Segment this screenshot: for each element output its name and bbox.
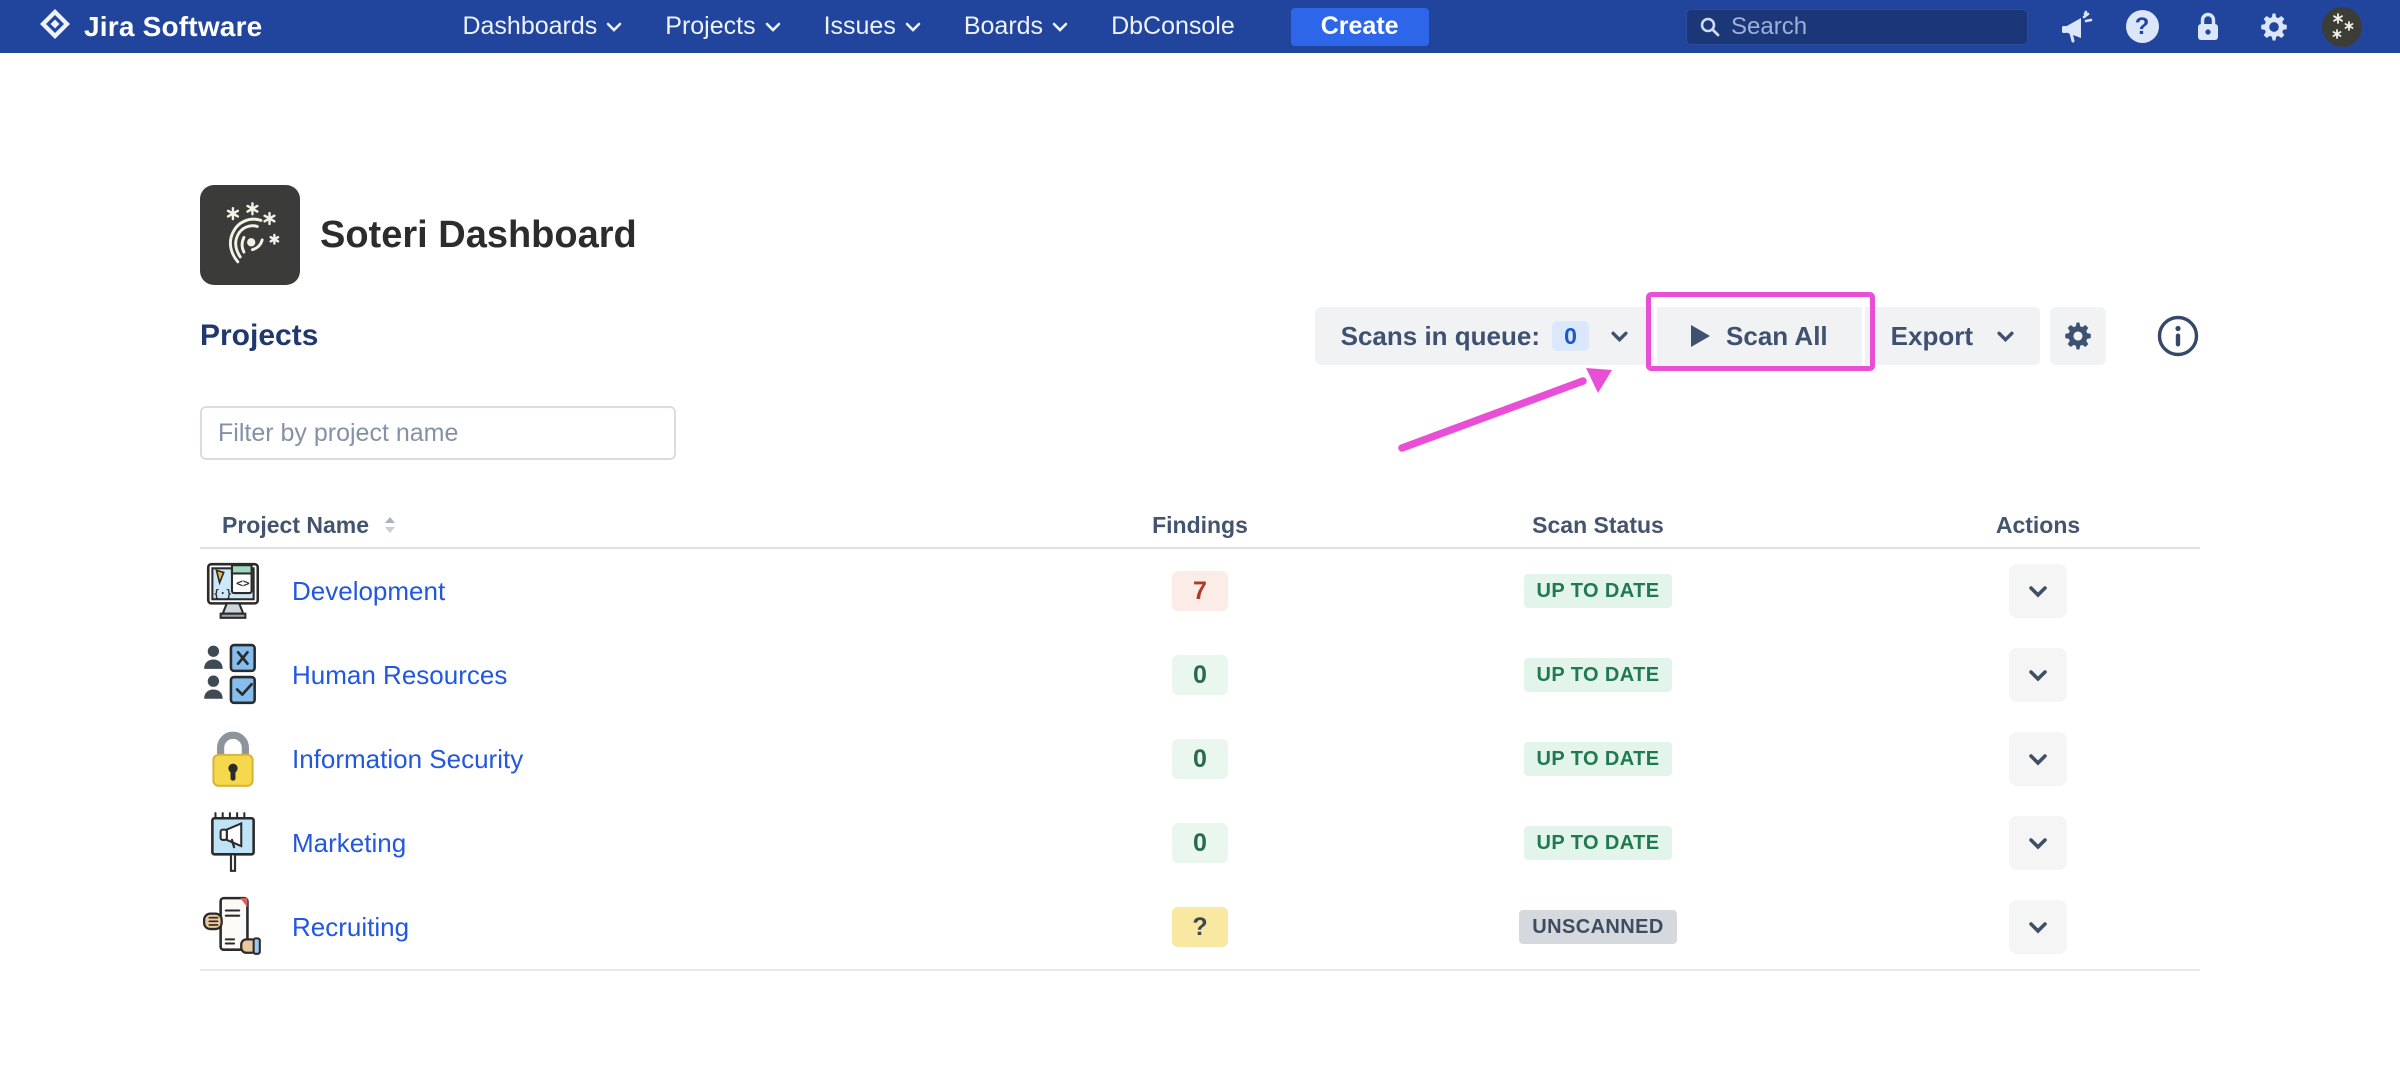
chevron-down-icon <box>765 22 780 32</box>
nav-projects[interactable]: Projects <box>665 12 780 41</box>
information-security-project-icon <box>212 731 254 787</box>
projects-table: Project Name Findings Scan Status Action… <box>200 503 2200 971</box>
search-icon <box>1700 17 1720 36</box>
page-title: Soteri Dashboard <box>320 213 637 256</box>
table-row: Recruiting ? UNSCANNED <box>200 885 2200 969</box>
chevron-down-icon <box>606 22 622 32</box>
projects-heading: Projects <box>200 319 319 352</box>
row-actions-button[interactable] <box>2009 900 2067 954</box>
help-icon[interactable]: ? <box>2124 9 2160 45</box>
nav-dbconsole-label: DbConsole <box>1111 12 1235 40</box>
chevron-down-icon <box>2029 753 2047 766</box>
jira-diamond-icon <box>38 7 72 46</box>
table-row: Information Security 0 UP TO DATE <box>200 717 2200 801</box>
nav-dashboards-label: Dashboards <box>462 12 598 40</box>
export-label: Export <box>1890 320 1973 351</box>
row-actions-button[interactable] <box>2009 732 2067 786</box>
soteri-app-icon <box>200 185 300 285</box>
marketing-project-icon <box>211 812 255 872</box>
sort-icon <box>385 517 396 533</box>
nav-boards[interactable]: Boards <box>964 12 1068 41</box>
table-row: <> {·} Development 7 UP TO DATE <box>200 549 2200 633</box>
svg-text:<>: <> <box>236 576 250 590</box>
search-input[interactable] <box>1731 12 2015 41</box>
findings-badge: 7 <box>1172 571 1228 611</box>
chevron-down-icon <box>2029 585 2047 598</box>
scan-all-button[interactable]: Scan All <box>1646 292 1875 371</box>
chevron-down-icon <box>1611 331 1628 342</box>
navbar-right: ? <box>1686 6 2362 47</box>
scans-in-queue-count: 0 <box>1552 321 1590 351</box>
project-link[interactable]: Recruiting <box>292 912 409 943</box>
nav-menu: Dashboards Projects Issues Boards DbCons… <box>462 12 1234 41</box>
announcement-icon[interactable] <box>2058 9 2094 45</box>
chevron-down-icon <box>2029 669 2047 682</box>
scans-in-queue-label: Scans in queue: <box>1340 320 1541 351</box>
table-header: Project Name Findings Scan Status Action… <box>200 503 2200 549</box>
export-button[interactable]: Export <box>1864 307 2040 365</box>
nav-projects-label: Projects <box>665 12 756 40</box>
create-button[interactable]: Create <box>1290 7 1429 46</box>
row-actions-button[interactable] <box>2009 564 2067 618</box>
development-project-icon: <> {·} <box>206 562 260 619</box>
scans-in-queue-button[interactable]: Scans in queue: 0 <box>1314 307 1655 365</box>
play-icon <box>1691 325 1711 347</box>
global-search[interactable] <box>1686 8 2028 45</box>
row-actions-button[interactable] <box>2009 816 2067 870</box>
column-findings: Findings <box>1152 511 1248 538</box>
info-button[interactable] <box>2156 314 2200 358</box>
project-link[interactable]: Development <box>292 576 445 607</box>
top-navbar: Jira Software Dashboards Projects Issues… <box>0 0 2400 53</box>
human-resources-project-icon <box>204 643 256 705</box>
page-header: Soteri Dashboard <box>200 185 2200 285</box>
main-content: Soteri Dashboard Projects Scans in queue… <box>0 185 2400 971</box>
column-project-name[interactable]: Project Name <box>200 512 1080 539</box>
project-link[interactable]: Marketing <box>292 828 406 859</box>
column-actions: Actions <box>1995 511 2081 538</box>
scan-status-badge: UP TO DATE <box>1523 658 1673 692</box>
gear-icon[interactable] <box>2256 9 2292 45</box>
nav-boards-label: Boards <box>963 12 1044 40</box>
scan-toolbar: Scans in queue: 0 Scan All Export <box>1314 292 2200 371</box>
table-row: Marketing 0 UP TO DATE <box>200 801 2200 885</box>
row-actions-button[interactable] <box>2009 648 2067 702</box>
info-icon <box>2157 315 2199 357</box>
projects-toolbar-row: Projects Scans in queue: 0 Scan All Expo… <box>200 292 2200 371</box>
project-link[interactable]: Information Security <box>292 744 523 775</box>
chevron-down-icon <box>905 22 921 32</box>
scan-status-badge: UNSCANNED <box>1519 910 1677 944</box>
scan-status-badge: UP TO DATE <box>1523 742 1673 776</box>
jira-logo[interactable]: Jira Software <box>38 7 262 46</box>
chevron-down-icon <box>1997 331 2014 342</box>
project-filter-input[interactable] <box>200 406 676 460</box>
findings-badge: 0 <box>1172 739 1228 779</box>
findings-badge: 0 <box>1172 823 1228 863</box>
table-body: <> {·} Development 7 UP TO DATE Human Re… <box>200 549 2200 971</box>
column-scan-status: Scan Status <box>1532 511 1664 538</box>
nav-issues-label: Issues <box>823 12 896 40</box>
svg-text:{·}: {·} <box>213 588 232 600</box>
scan-all-label: Scan All <box>1726 320 1828 351</box>
project-link[interactable]: Human Resources <box>292 660 507 691</box>
scan-status-badge: UP TO DATE <box>1523 826 1673 860</box>
nav-issues[interactable]: Issues <box>824 12 921 41</box>
chevron-down-icon <box>2029 921 2047 934</box>
logo-text: Jira Software <box>84 10 263 42</box>
recruiting-project-icon <box>202 896 261 955</box>
avatar-snowflake-pattern <box>2332 12 2354 39</box>
nav-dashboards[interactable]: Dashboards <box>462 12 622 41</box>
scan-status-badge: UP TO DATE <box>1523 574 1673 608</box>
lock-icon[interactable] <box>2190 9 2226 45</box>
table-row: Human Resources 0 UP TO DATE <box>200 633 2200 717</box>
nav-dbconsole[interactable]: DbConsole <box>1111 12 1235 41</box>
gear-icon <box>2065 322 2091 350</box>
user-avatar[interactable] <box>2322 6 2362 47</box>
chevron-down-icon <box>2029 837 2047 850</box>
settings-gear-button[interactable] <box>2050 307 2106 365</box>
findings-badge: 0 <box>1172 655 1228 695</box>
findings-badge: ? <box>1172 907 1228 947</box>
chevron-down-icon <box>1052 22 1068 32</box>
